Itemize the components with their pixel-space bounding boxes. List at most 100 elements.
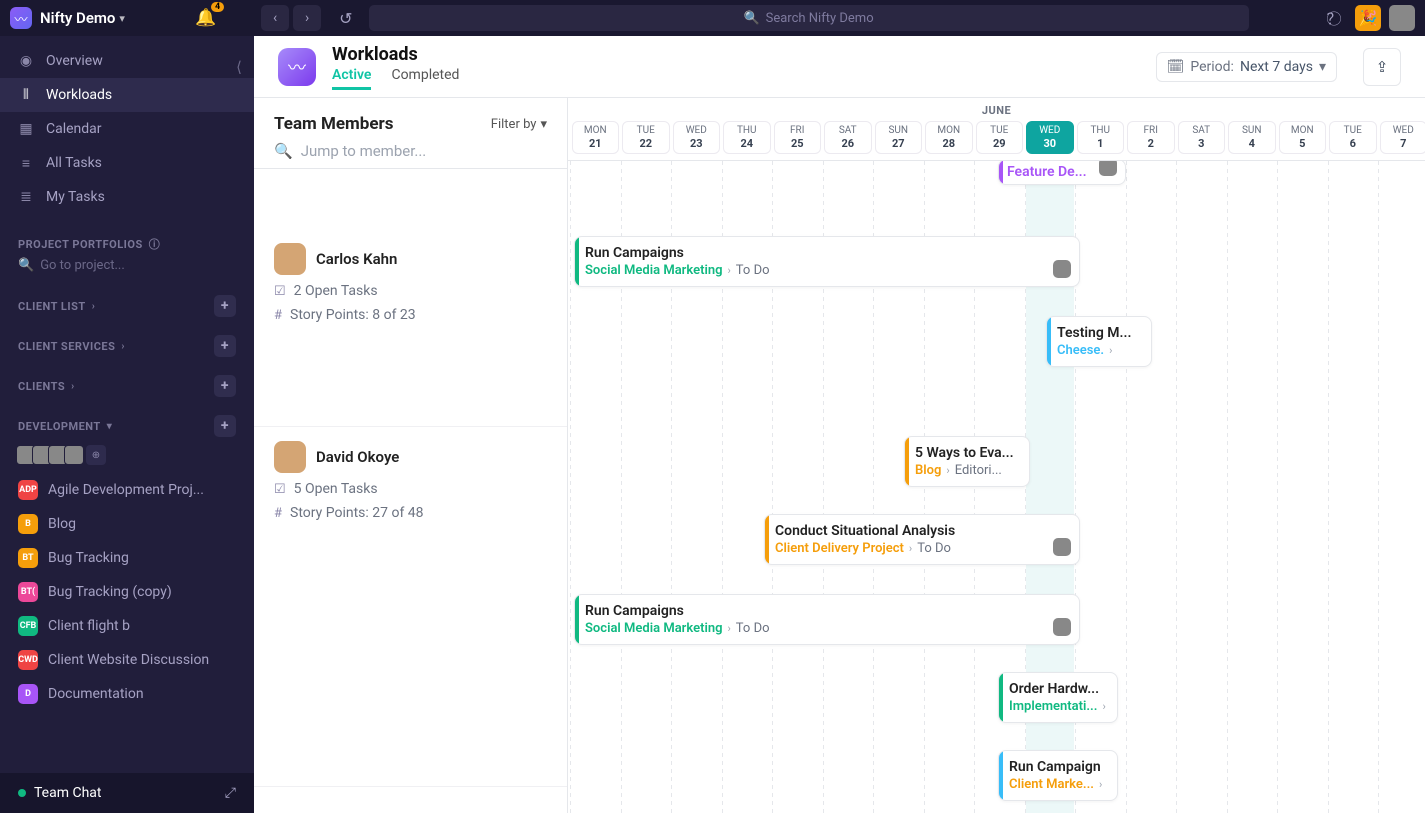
- list-icon: ≣: [18, 189, 34, 205]
- nav-back-button[interactable]: ‹: [261, 5, 289, 31]
- story-points: Story Points: 27 of 48: [290, 505, 424, 521]
- sidebar-item-workloads[interactable]: ⫴Workloads: [0, 78, 254, 112]
- goto-project-input[interactable]: 🔍Go to project...: [0, 256, 254, 281]
- day-name: SUN: [1229, 125, 1275, 136]
- status-dot-icon: [18, 789, 26, 797]
- project-badge: ADP: [18, 480, 38, 500]
- sidebar-item-all-tasks[interactable]: ≡All Tasks: [0, 146, 254, 180]
- period-selector[interactable]: 🗓 Period: Next 7 days ▾: [1156, 52, 1337, 82]
- member-name: David Okoye: [316, 448, 399, 466]
- tab-completed[interactable]: Completed: [391, 67, 459, 90]
- expand-icon[interactable]: ⤢: [225, 785, 236, 801]
- day-header[interactable]: SAT26: [824, 121, 872, 154]
- day-header[interactable]: MON5: [1279, 121, 1327, 154]
- day-header[interactable]: TUE6: [1329, 121, 1377, 154]
- task-card[interactable]: Testing M...Cheese.›: [1046, 316, 1152, 367]
- task-card[interactable]: Order Hardw...Implementati...›: [998, 672, 1118, 723]
- sidebar-section[interactable]: DEVELOPMENT▾+: [0, 401, 254, 441]
- filter-button[interactable]: Filter by▾: [491, 117, 547, 132]
- project-item[interactable]: BTBug Tracking: [0, 541, 254, 575]
- topbar: 〰 Nifty Demo ▾ 🔔4 ‹ › ↺ 🔍Search Nifty De…: [0, 0, 1425, 36]
- month-label: JUNE: [568, 98, 1425, 117]
- day-header[interactable]: THU1: [1077, 121, 1125, 154]
- tasks-icon: ☑: [274, 482, 286, 497]
- assignee-avatar[interactable]: [1053, 618, 1071, 636]
- day-header[interactable]: WED23: [673, 121, 721, 154]
- project-label: Blog: [48, 516, 76, 532]
- task-card[interactable]: 5 Ways to Eva...Blog›Editori...: [904, 436, 1030, 487]
- sidebar-item-label: All Tasks: [46, 155, 102, 171]
- team-chat-button[interactable]: Team Chat ⤢: [0, 773, 254, 813]
- add-button[interactable]: +: [214, 415, 236, 437]
- party-icon[interactable]: 🎉: [1355, 5, 1381, 31]
- history-icon[interactable]: ↺: [339, 9, 352, 28]
- info-icon[interactable]: ⓘ: [149, 236, 161, 252]
- sidebar-section[interactable]: CLIENTS›+: [0, 361, 254, 401]
- notification-badge: 4: [211, 2, 224, 12]
- add-button[interactable]: +: [214, 295, 236, 317]
- project-item[interactable]: CWDClient Website Discussion: [0, 643, 254, 677]
- day-header[interactable]: TUE22: [622, 121, 670, 154]
- day-header[interactable]: THU24: [723, 121, 771, 154]
- project-item[interactable]: CFBClient flight b: [0, 609, 254, 643]
- task-card[interactable]: Conduct Situational AnalysisClient Deliv…: [764, 514, 1080, 565]
- project-item[interactable]: DDocumentation: [0, 677, 254, 711]
- day-header[interactable]: FRI2: [1127, 121, 1175, 154]
- assignee-avatar[interactable]: [1053, 260, 1071, 278]
- sidebar-section[interactable]: CLIENT LIST›+: [0, 281, 254, 321]
- nav-forward-button[interactable]: ›: [293, 5, 321, 31]
- task-card[interactable]: Run CampaignsSocial Media Marketing›To D…: [574, 236, 1080, 287]
- sidebar-section[interactable]: CLIENT SERVICES›+: [0, 321, 254, 361]
- chevron-down-icon[interactable]: ▾: [119, 12, 125, 25]
- member-row[interactable]: Carlos Kahn☑2 Open Tasks#Story Points: 8…: [254, 229, 567, 427]
- project-item[interactable]: B Blog: [0, 507, 254, 541]
- day-header[interactable]: TUE29: [976, 121, 1024, 154]
- task-card[interactable]: Feature De...: [998, 159, 1126, 185]
- day-name: TUE: [623, 125, 669, 136]
- day-header[interactable]: SAT3: [1178, 121, 1226, 154]
- day-name: MON: [1280, 125, 1326, 136]
- day-header[interactable]: MON21: [572, 121, 620, 154]
- chevron-right-icon: ›: [1102, 700, 1105, 713]
- add-button[interactable]: +: [214, 335, 236, 357]
- help-icon[interactable]: ？⃝: [1321, 5, 1347, 31]
- day-header[interactable]: WED30: [1026, 121, 1074, 154]
- member-avatar[interactable]: [64, 445, 84, 465]
- app-logo-icon: 〰: [10, 7, 32, 29]
- project-badge: B: [18, 514, 38, 534]
- day-header[interactable]: SUN4: [1228, 121, 1276, 154]
- task-card[interactable]: Run CampaignsSocial Media Marketing›To D…: [574, 594, 1080, 645]
- day-header[interactable]: SUN27: [875, 121, 923, 154]
- assignee-avatar[interactable]: [1053, 538, 1071, 556]
- user-avatar[interactable]: [1389, 5, 1415, 31]
- bars-icon: ⫴: [18, 87, 34, 103]
- sidebar-item-my-tasks[interactable]: ≣My Tasks: [0, 180, 254, 214]
- collapse-sidebar-button[interactable]: ⟨: [236, 58, 242, 76]
- search-input[interactable]: 🔍Search Nifty Demo: [369, 5, 1249, 31]
- share-button[interactable]: ⇪: [1363, 48, 1401, 86]
- timeline-pane[interactable]: JUNE MON21TUE22WED23THU24FRI25SAT26SUN27…: [568, 98, 1425, 813]
- day-header[interactable]: MON28: [925, 121, 973, 154]
- day-header[interactable]: WED7: [1380, 121, 1425, 154]
- project-item[interactable]: BT(Bug Tracking (copy): [0, 575, 254, 609]
- task-card[interactable]: Run CampaignClient Marke...›: [998, 750, 1118, 801]
- day-number: 26: [825, 137, 871, 150]
- task-status: Editori...: [955, 463, 1002, 478]
- project-item[interactable]: ADPAgile Development Proj...: [0, 473, 254, 507]
- day-number: 22: [623, 137, 669, 150]
- day-name: WED: [1027, 125, 1073, 136]
- add-button[interactable]: +: [214, 375, 236, 397]
- assignee-avatar[interactable]: [1099, 159, 1117, 176]
- chevron-right-icon: ›: [1109, 344, 1112, 357]
- day-header[interactable]: FRI25: [774, 121, 822, 154]
- project-label: Client flight b: [48, 618, 130, 634]
- more-avatars-button[interactable]: ⊕: [86, 445, 106, 465]
- member-row[interactable]: David Okoye☑5 Open Tasks#Story Points: 2…: [254, 427, 567, 787]
- sidebar-item-calendar[interactable]: ▦Calendar: [0, 112, 254, 146]
- sidebar-item-overview[interactable]: ◉Overview: [0, 44, 254, 78]
- tab-active[interactable]: Active: [332, 67, 371, 90]
- notifications-button[interactable]: 🔔4: [195, 8, 216, 28]
- jump-to-member-input[interactable]: 🔍Jump to member...: [274, 142, 547, 160]
- section-label: DEVELOPMENT: [18, 420, 101, 433]
- workspace-name[interactable]: Nifty Demo: [40, 9, 115, 27]
